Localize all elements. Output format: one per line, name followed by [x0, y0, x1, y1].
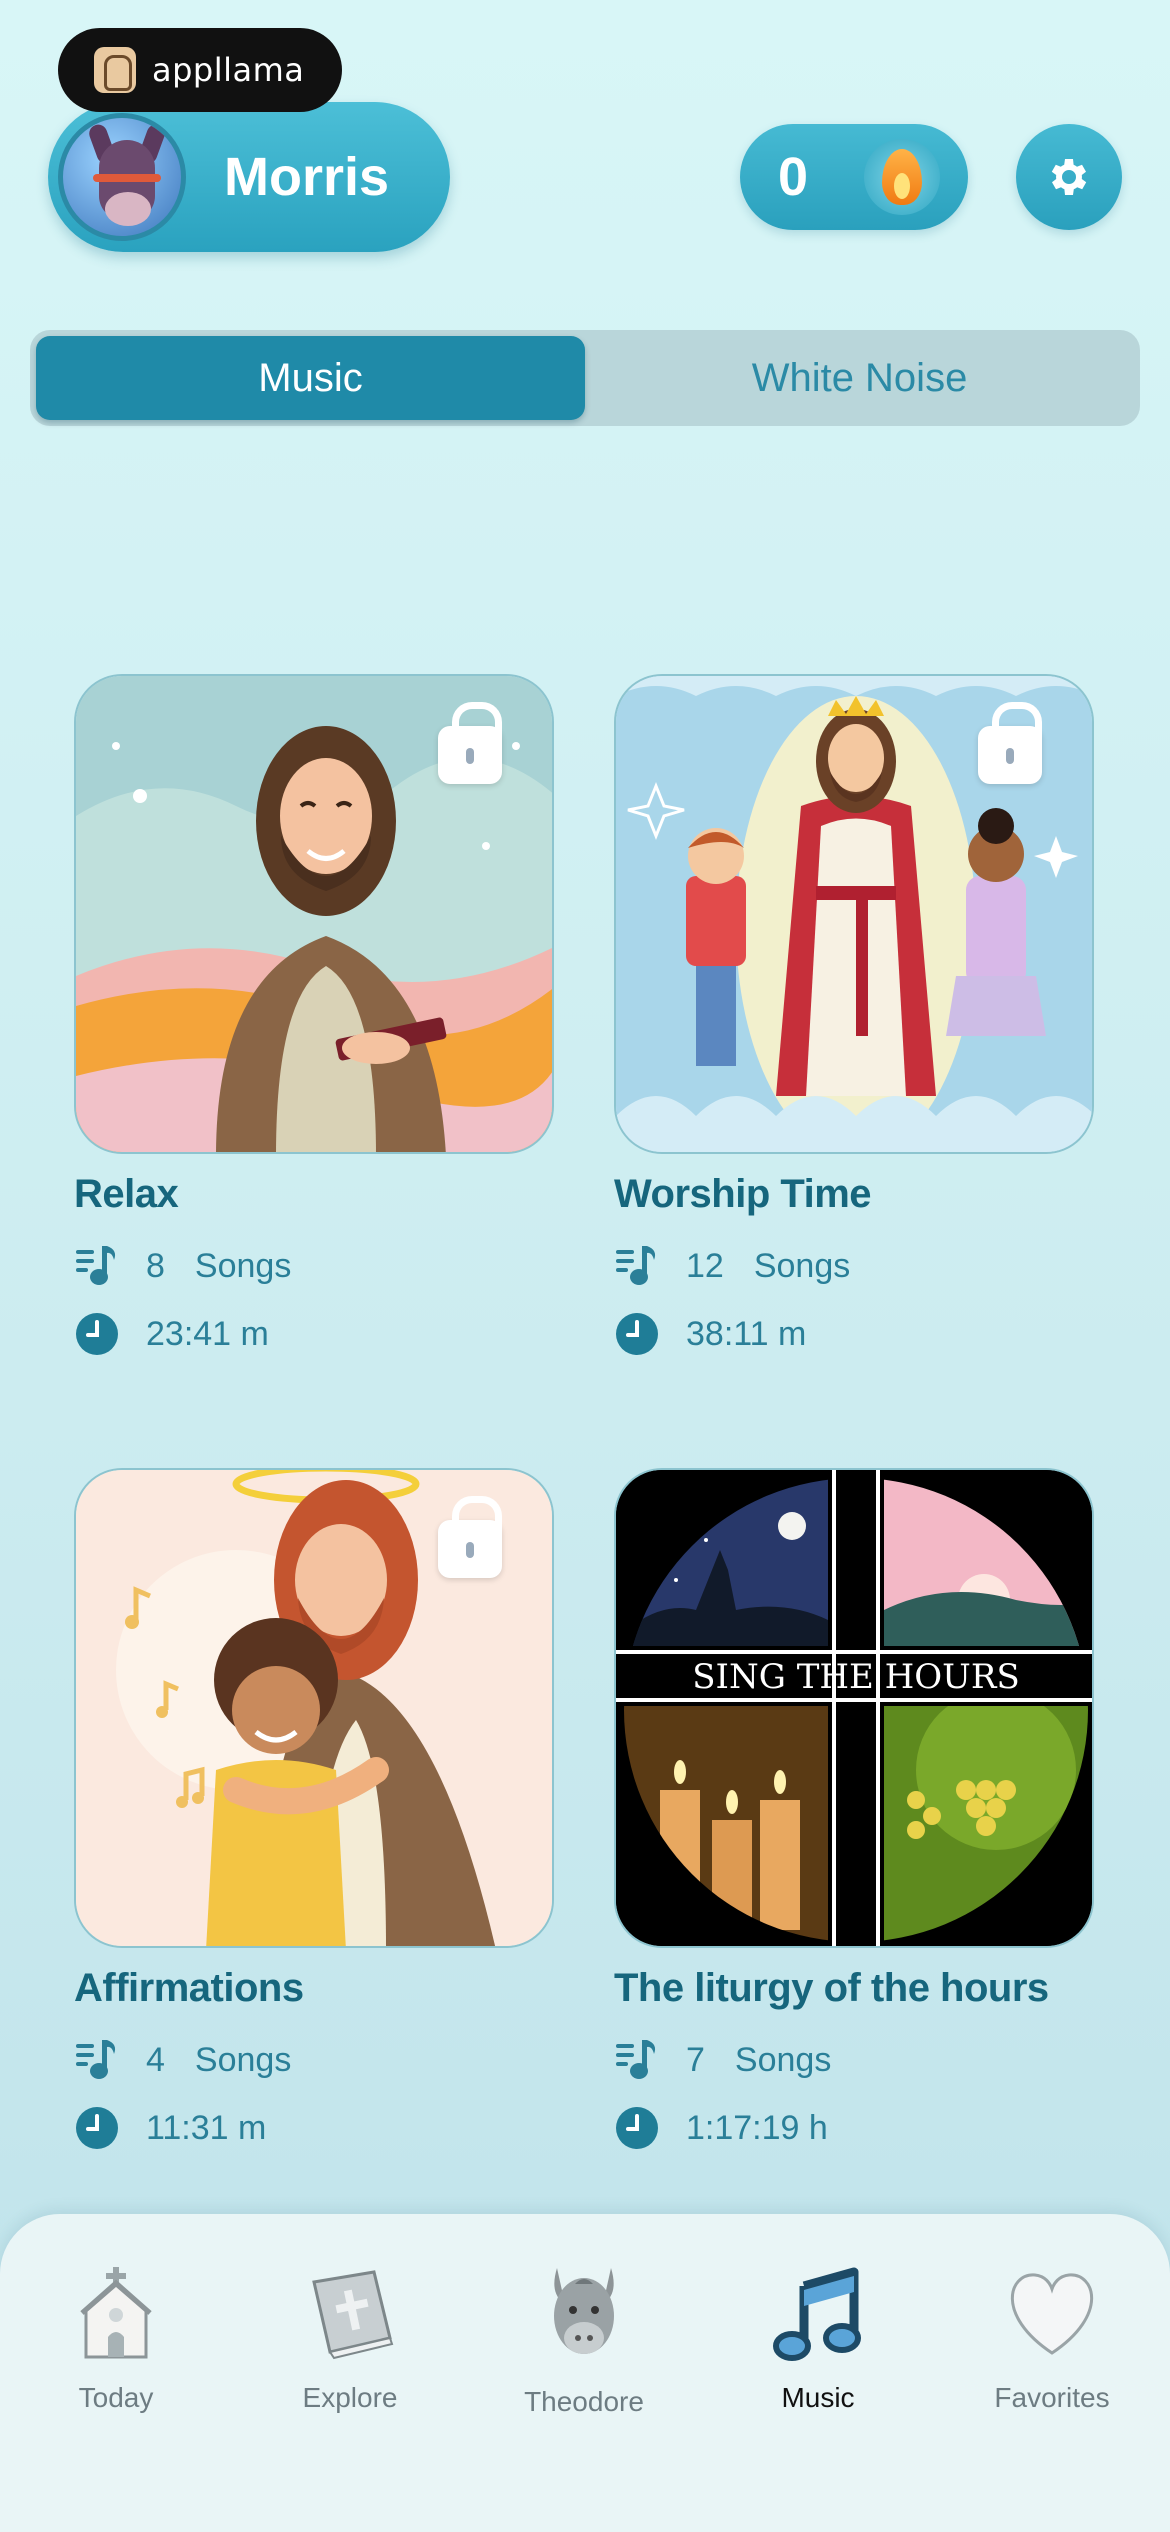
nav-label: Explore [302, 2382, 398, 2413]
bible-icon [300, 2264, 400, 2364]
nav-label: Favorites [994, 2382, 1110, 2413]
duration-row: 23:41 m [74, 1311, 554, 1357]
nav-tab-favorites[interactable]: Favorites [962, 2264, 1142, 2414]
music-type-tabs: Music White Noise [30, 330, 1140, 426]
church-icon [66, 2264, 166, 2364]
donkey-icon [534, 2264, 634, 2364]
lock-icon [978, 702, 1042, 784]
playlist-cover-image [74, 1468, 554, 1948]
profile-button[interactable]: Morris [48, 102, 450, 252]
tab-music[interactable]: Music [36, 336, 585, 420]
songs-count-row: 7 Songs [614, 2037, 1094, 2083]
duration: 1:17:19 h [686, 2108, 828, 2147]
songs-count-row: 12 Songs [614, 1243, 1094, 1289]
clock-icon [614, 2105, 660, 2151]
playlist-title: The liturgy of the hours [614, 1966, 1049, 2010]
clock-icon [614, 1311, 660, 1357]
gear-icon [1051, 159, 1087, 195]
settings-button[interactable] [1016, 124, 1122, 230]
songs-label: Songs [194, 2040, 292, 2079]
playlist-card-liturgy-of-the-hours[interactable]: SING THE HOURS The liturgy of the hours … [614, 1468, 1094, 2151]
playlist-icon [614, 2037, 660, 2083]
songs-label: Songs [753, 1246, 851, 1285]
songs-count: 12 [686, 1246, 724, 1285]
music-note-icon [768, 2264, 868, 2364]
songs-count: 7 [686, 2040, 705, 2079]
duration: 38:11 m [686, 1314, 807, 1353]
clock-icon [74, 2105, 120, 2151]
duration: 23:41 m [146, 1314, 269, 1353]
songs-count: 8 [146, 1246, 165, 1285]
playlist-card-relax[interactable]: Relax 8 Songs 23:41 m [74, 674, 554, 1357]
duration-row: 11:31 m [74, 2105, 554, 2151]
playlist-icon [614, 1243, 660, 1289]
clock-icon [74, 1311, 120, 1357]
streak-count: 0 [778, 147, 809, 207]
playlist-icon [74, 1243, 120, 1289]
lock-icon [438, 1496, 502, 1578]
nav-label: Music [781, 2382, 855, 2413]
avatar [58, 113, 186, 241]
songs-count-row: 4 Songs [74, 2037, 554, 2083]
streak-button[interactable]: 0 [740, 124, 968, 230]
playlist-cover-image [74, 674, 554, 1154]
nav-tab-today[interactable]: Today [26, 2264, 206, 2414]
playlist-title: Worship Time [614, 1172, 872, 1216]
songs-count-row: 8 Songs [74, 1243, 554, 1289]
playlist-card-affirmations[interactable]: Affirmations 4 Songs 11:31 m [74, 1468, 554, 2151]
bottom-tab-bar: Today Explore Theodore Music Favorites [0, 2214, 1170, 2532]
duration-row: 38:11 m [614, 1311, 1094, 1357]
cover-title: SING THE HOURS [692, 1657, 1019, 1697]
llama-logo-icon [94, 47, 136, 93]
songs-label: Songs [734, 2040, 832, 2079]
profile-name: Morris [224, 147, 390, 207]
nav-tab-theodore[interactable]: Theodore [494, 2264, 674, 2418]
playlist-title: Relax [74, 1172, 179, 1216]
watermark-text: appllama [152, 51, 305, 89]
playlist-card-worship-time[interactable]: Worship Time 12 Songs 38:11 m [614, 674, 1094, 1357]
nav-tab-music[interactable]: Music [728, 2264, 908, 2414]
lock-icon [438, 702, 502, 784]
flame-icon [864, 139, 940, 215]
duration-row: 1:17:19 h [614, 2105, 1094, 2151]
appllama-watermark: appllama [58, 28, 342, 112]
songs-label: Songs [194, 1246, 292, 1285]
duration: 11:31 m [146, 2108, 267, 2147]
nav-tab-explore[interactable]: Explore [260, 2264, 440, 2414]
playlist-cover-image: SING THE HOURS [614, 1468, 1094, 1948]
tab-white-noise[interactable]: White Noise [585, 336, 1134, 420]
nav-label: Theodore [524, 2386, 644, 2417]
heart-icon [1002, 2264, 1102, 2364]
playlist-title: Affirmations [74, 1966, 304, 2010]
playlist-cover-image [614, 674, 1094, 1154]
songs-count: 4 [146, 2040, 165, 2079]
playlist-icon [74, 2037, 120, 2083]
nav-label: Today [78, 2382, 154, 2413]
